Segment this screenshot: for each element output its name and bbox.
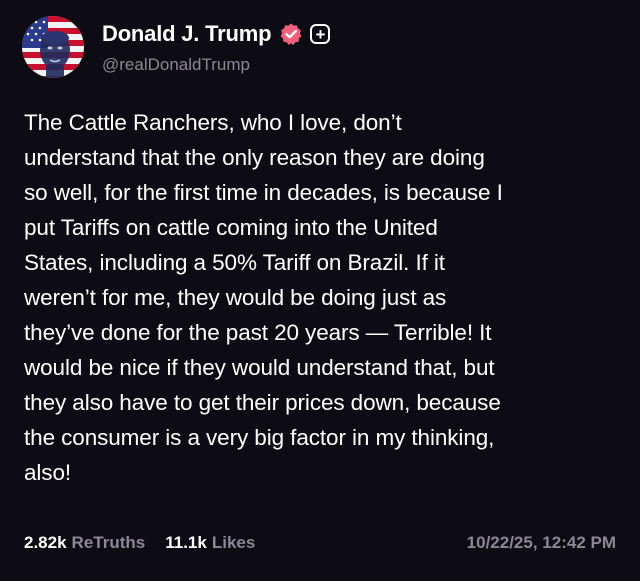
plus-badge-icon: +: [310, 24, 331, 44]
retruths-label: ReTruths: [71, 533, 146, 552]
post-body-line: they’ve done for the past 20 years — Ter…: [24, 320, 492, 345]
author-name-row: Donald J. Trump +: [102, 21, 331, 47]
post-body-line: they also have to get their prices down,…: [24, 390, 501, 415]
post-body-line: put Tariffs on cattle coming into the Un…: [24, 215, 438, 240]
avatar-image: [22, 16, 84, 78]
post-body-line: would be nice if they would understand t…: [24, 355, 495, 380]
likes-stat[interactable]: 11.1k Likes: [165, 533, 255, 553]
post-body-line: The Cattle Ranchers, who I love, don’t: [24, 110, 402, 135]
post-body-line: also!: [24, 460, 72, 485]
likes-count: 11.1k: [165, 533, 207, 552]
post-body-line: States, including a 50% Tariff on Brazil…: [24, 250, 445, 275]
likes-label: Likes: [211, 533, 256, 552]
post-body: The Cattle Ranchers, who I love, don’t u…: [24, 105, 624, 490]
post-body-line: weren’t for me, they would be doing just…: [24, 285, 447, 310]
retruths-stat[interactable]: 2.82k ReTruths: [24, 533, 145, 553]
author-display-name[interactable]: Donald J. Trump: [102, 21, 272, 47]
verified-badge-icon: [279, 22, 303, 46]
retruths-count: 2.82k: [24, 533, 67, 552]
post-body-line: the consumer is a very big factor in my …: [24, 425, 495, 450]
post-card: Donald J. Trump + @realDonaldTrump The C…: [0, 0, 640, 581]
author-handle[interactable]: @realDonaldTrump: [102, 55, 250, 75]
post-body-line: understand that the only reason they are…: [24, 145, 485, 170]
post-body-line: so well, for the first time in decades, …: [24, 180, 503, 205]
avatar[interactable]: [22, 16, 84, 78]
post-stats: 2.82k ReTruths 11.1k Likes: [24, 533, 275, 553]
post-timestamp[interactable]: 10/22/25, 12:42 PM: [467, 533, 616, 553]
